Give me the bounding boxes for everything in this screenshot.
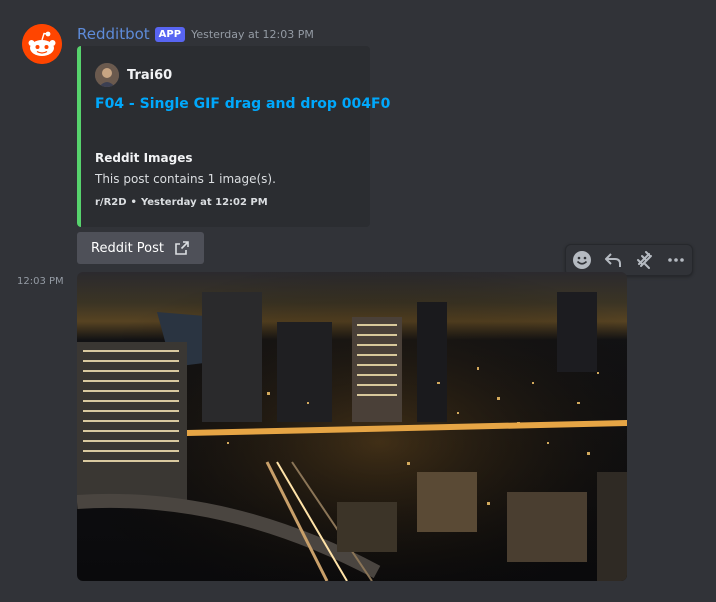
reply-icon[interactable]	[601, 248, 625, 272]
app-badge: APP	[154, 26, 186, 42]
reddit-logo-icon	[22, 24, 62, 64]
username[interactable]: Redditbot	[77, 25, 150, 43]
add-reaction-icon[interactable]	[570, 248, 594, 272]
message-timestamp: Yesterday at 12:03 PM	[191, 27, 314, 41]
embed-author: Trai60	[95, 63, 172, 87]
redditbot-avatar[interactable]	[22, 24, 62, 64]
city-night-image	[77, 272, 627, 581]
embed-title-link[interactable]: F04 - Single GIF drag and drop 004F0	[95, 96, 390, 112]
embed-footer: r/R2D • Yesterday at 12:02 PM	[95, 197, 268, 208]
image-attachment[interactable]	[77, 272, 627, 581]
embed-footer-time: Yesterday at 12:02 PM	[140, 197, 268, 208]
message-header: Redditbot APP Yesterday at 12:03 PM	[77, 24, 314, 44]
embed-footer-separator: •	[130, 197, 137, 208]
external-link-icon	[174, 240, 190, 256]
embed-field-value: This post contains 1 image(s).	[95, 172, 276, 186]
embed-author-name[interactable]: Trai60	[127, 68, 172, 83]
side-timestamp: 12:03 PM	[17, 276, 64, 287]
reddit-post-button[interactable]: Reddit Post	[77, 232, 204, 264]
author-avatar-icon	[95, 63, 119, 87]
more-icon[interactable]	[664, 248, 688, 272]
embed-field-name: Reddit Images	[95, 151, 193, 165]
app-icon[interactable]	[633, 248, 657, 272]
reddit-embed: Trai60 F04 - Single GIF drag and drop 00…	[77, 46, 390, 227]
message-view: Redditbot APP Yesterday at 12:03 PM Trai…	[0, 0, 716, 602]
embed-footer-source: r/R2D	[95, 197, 127, 208]
reddit-post-button-label: Reddit Post	[91, 240, 164, 256]
author-avatar[interactable]	[95, 63, 119, 87]
